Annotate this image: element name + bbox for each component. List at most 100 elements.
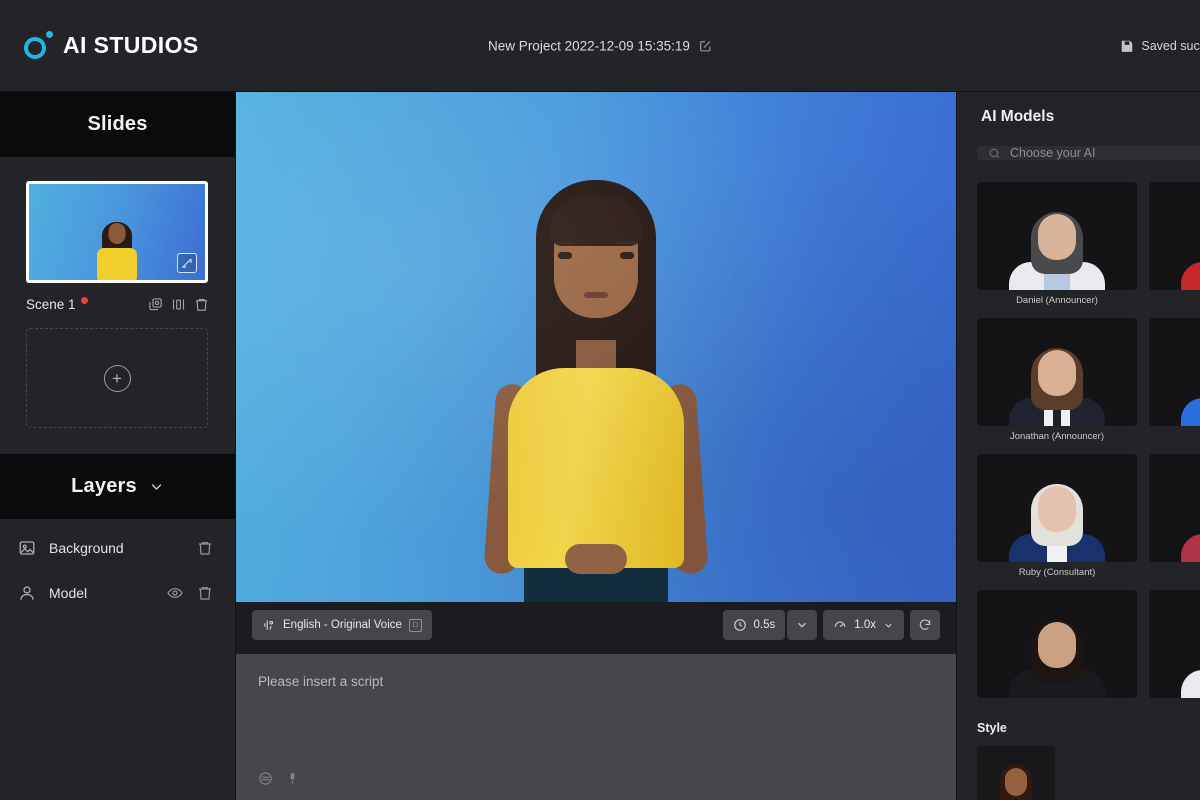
app-logo[interactable]: AI STUDIOS bbox=[0, 31, 199, 61]
canvas-area bbox=[236, 92, 956, 602]
ai-model-card[interactable] bbox=[1149, 590, 1200, 703]
ai-model-name: Ruby (Consultant) bbox=[977, 567, 1137, 578]
slides-title: Slides bbox=[87, 113, 147, 136]
delete-icon[interactable] bbox=[197, 585, 213, 601]
chevron-down-icon bbox=[795, 618, 809, 632]
project-title-text: New Project 2022-12-09 15:35:19 bbox=[488, 38, 690, 53]
split-icon[interactable] bbox=[171, 297, 186, 312]
pause-value: 0.5s bbox=[754, 619, 776, 631]
avatar-brow-left bbox=[556, 241, 574, 244]
ai-model-thumbnail bbox=[977, 182, 1137, 290]
ai-model-name: Daniel (Announcer) bbox=[977, 295, 1137, 306]
delete-icon[interactable] bbox=[197, 540, 213, 556]
style-card[interactable]: Yellow blouse1 bbox=[977, 746, 1055, 800]
ai-model-card[interactable]: Jonathan (Announcer) bbox=[977, 318, 1137, 442]
logo-icon bbox=[24, 31, 54, 61]
style-thumbnail bbox=[977, 746, 1055, 800]
avatar-fringe bbox=[549, 196, 643, 246]
scene-edit-icon[interactable] bbox=[177, 253, 197, 273]
avatar-eye-left bbox=[558, 252, 572, 259]
script-editor[interactable]: Please insert a script bbox=[236, 654, 956, 800]
save-icon bbox=[1120, 39, 1134, 53]
script-placeholder: Please insert a script bbox=[258, 674, 934, 689]
scene-thumbnail[interactable] bbox=[26, 181, 208, 283]
edit-title-icon[interactable] bbox=[699, 39, 712, 52]
speed-icon bbox=[833, 618, 847, 632]
slides-header: Slides bbox=[0, 92, 235, 157]
scene-modified-dot bbox=[81, 297, 88, 304]
brand-name: AI STUDIOS bbox=[63, 32, 199, 59]
ai-model-thumbnail bbox=[1149, 182, 1200, 290]
ai-model-card[interactable] bbox=[1149, 318, 1200, 442]
ai-model-card[interactable] bbox=[1149, 182, 1200, 306]
duplicate-icon[interactable] bbox=[148, 297, 163, 312]
avatar-model[interactable] bbox=[446, 172, 746, 602]
clock-icon bbox=[733, 618, 747, 632]
ai-studios-editor: AI STUDIOS New Project 2022-12-09 15:35:… bbox=[0, 0, 1200, 800]
ai-model-thumbnail bbox=[977, 590, 1137, 698]
style-section: Style Yellow blouse1 bbox=[977, 721, 1200, 800]
add-slide-icon: + bbox=[104, 365, 131, 392]
ai-model-search[interactable]: Choose your AI bbox=[977, 146, 1200, 160]
person-icon bbox=[18, 584, 36, 602]
avatar-mouth bbox=[584, 292, 608, 298]
speed-value: 1.0x bbox=[854, 619, 876, 631]
search-placeholder: Choose your AI bbox=[1010, 146, 1095, 160]
project-title[interactable]: New Project 2022-12-09 15:35:19 bbox=[488, 38, 712, 53]
ai-model-card[interactable] bbox=[1149, 454, 1200, 578]
canvas-toolbar: English - Original Voice □ 0.5s bbox=[236, 602, 956, 648]
visibility-icon[interactable] bbox=[167, 585, 183, 601]
layer-label: Model bbox=[49, 585, 87, 601]
avatar-brow-right bbox=[618, 241, 636, 244]
ai-models-grid: Daniel (Announcer) bbox=[977, 182, 1200, 703]
ai-models-panel: AI Models Choose your AI Daniel (Announc… bbox=[956, 92, 1200, 800]
left-panel: Slides bbox=[0, 92, 236, 800]
save-status-text: Saved succ bbox=[1141, 39, 1200, 53]
scene-thumb-top bbox=[97, 248, 137, 280]
avatar-eye-right bbox=[620, 252, 634, 259]
ai-model-card[interactable]: Daniel (Announcer) bbox=[977, 182, 1137, 306]
ai-model-card[interactable]: Ruby (Consultant) bbox=[977, 454, 1137, 578]
top-bar: AI STUDIOS New Project 2022-12-09 15:35:… bbox=[0, 0, 1200, 92]
ai-model-card[interactable] bbox=[977, 590, 1137, 703]
microphone-icon[interactable] bbox=[285, 771, 300, 786]
layer-item-model[interactable]: Model bbox=[0, 570, 235, 615]
scene-thumb-face bbox=[109, 223, 126, 244]
chevron-down-icon bbox=[883, 620, 894, 631]
reset-button[interactable] bbox=[910, 610, 940, 640]
image-icon bbox=[18, 539, 36, 557]
avatar-blouse bbox=[508, 368, 684, 568]
ai-model-name: Jonathan (Announcer) bbox=[977, 431, 1137, 442]
text-settings-icon[interactable] bbox=[258, 771, 273, 786]
layers-title: Layers bbox=[71, 475, 137, 498]
editor-center: English - Original Voice □ 0.5s bbox=[236, 92, 956, 800]
reset-icon bbox=[918, 618, 932, 632]
ai-model-thumbnail bbox=[1149, 454, 1200, 562]
ai-model-thumbnail bbox=[977, 454, 1137, 562]
pause-dropdown-button[interactable] bbox=[787, 610, 817, 640]
save-status: Saved succ bbox=[1120, 39, 1200, 53]
layer-item-background[interactable]: Background bbox=[0, 525, 235, 570]
ai-model-thumbnail bbox=[1149, 590, 1200, 698]
style-title: Style bbox=[977, 721, 1200, 735]
scene-row: Scene 1 bbox=[26, 293, 209, 315]
voice-label: English - Original Voice bbox=[283, 619, 402, 631]
scene-label: Scene 1 bbox=[26, 297, 76, 312]
voice-icon bbox=[262, 618, 276, 632]
speed-selector[interactable]: 1.0x bbox=[823, 610, 904, 640]
avatar-hands bbox=[565, 544, 627, 574]
layer-label: Background bbox=[49, 540, 124, 556]
delete-icon[interactable] bbox=[194, 297, 209, 312]
ai-model-thumbnail bbox=[977, 318, 1137, 426]
voice-selector[interactable]: English - Original Voice □ bbox=[252, 610, 432, 640]
search-icon bbox=[988, 147, 1001, 160]
pause-duration[interactable]: 0.5s bbox=[723, 610, 786, 640]
slides-list: Scene 1 bbox=[0, 157, 235, 428]
add-slide-button[interactable]: + bbox=[26, 328, 208, 428]
layers-header[interactable]: Layers bbox=[0, 454, 235, 519]
layers-list: Background bbox=[0, 519, 235, 615]
ai-model-thumbnail bbox=[1149, 318, 1200, 426]
chevron-down-icon[interactable] bbox=[149, 479, 164, 494]
voice-badge[interactable]: □ bbox=[409, 619, 422, 632]
video-canvas[interactable] bbox=[236, 92, 956, 602]
